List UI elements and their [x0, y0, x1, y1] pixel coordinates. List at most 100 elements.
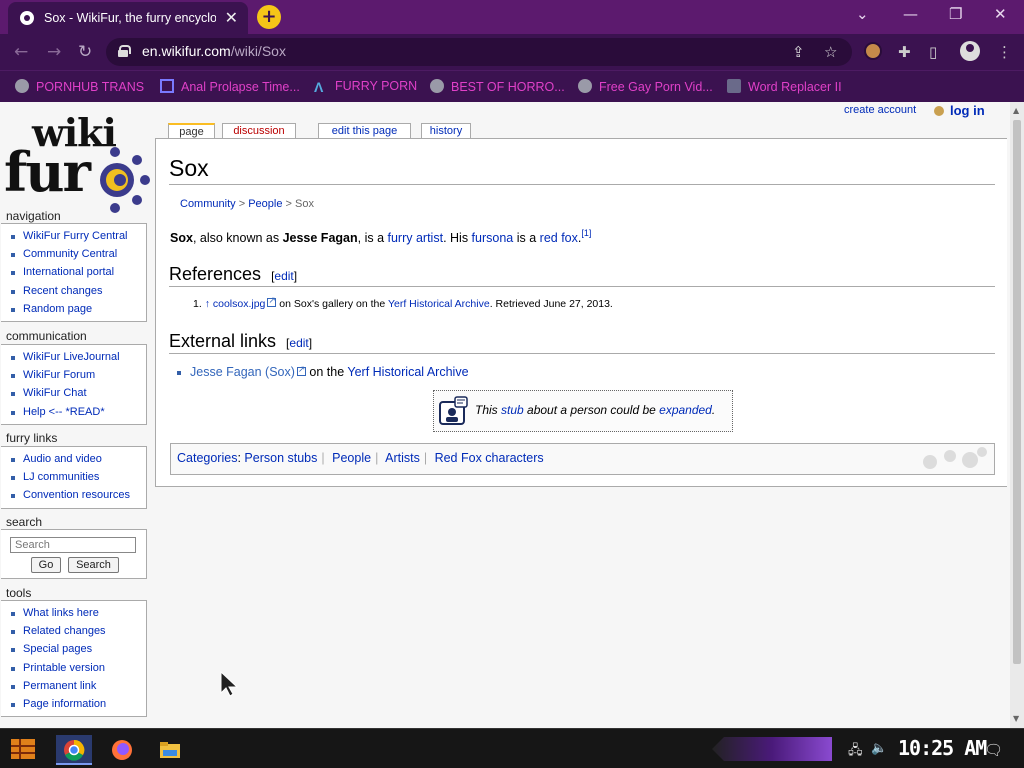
paw-icon: [100, 147, 150, 213]
reload-icon[interactable]: ↻: [78, 42, 92, 62]
sidebar-item-audio-video[interactable]: Audio and video: [11, 450, 146, 468]
sidebar-item-random-page[interactable]: Random page: [11, 300, 146, 318]
sidebar-item-recent-changes[interactable]: Recent changes: [11, 282, 146, 300]
sidebar-item-related-changes[interactable]: Related changes: [11, 622, 146, 640]
bookmarks-bar: PORNHUB TRANS Anal Prolapse Time... Λ FUR…: [0, 70, 1024, 102]
jesse-fagan-link[interactable]: Jesse Fagan (Sox): [190, 365, 295, 379]
scrollbar-thumb[interactable]: [1013, 120, 1021, 664]
close-tab-icon[interactable]: ✕: [225, 8, 238, 27]
sidebar-item-livejournal[interactable]: WikiFur LiveJournal: [11, 348, 146, 366]
personal-tools: create account: [844, 104, 916, 116]
skull-icon: [578, 79, 592, 93]
logo-text-bottom: fur: [4, 140, 91, 204]
folder-icon: [160, 742, 180, 758]
taskbar-file-explorer[interactable]: [152, 735, 188, 765]
sidebar-item-international-portal[interactable]: International portal: [11, 263, 146, 281]
sidebar-item-help[interactable]: Help <-- *READ*: [11, 403, 146, 421]
wiki-page: create account log in wiki fur navigatio…: [0, 102, 1010, 728]
menu-kebab-icon[interactable]: ⋮: [997, 43, 1012, 61]
share-icon[interactable]: ⇪: [792, 43, 805, 61]
furry-artist-link[interactable]: furry artist: [388, 231, 444, 245]
forward-icon[interactable]: →: [47, 42, 61, 62]
breadcrumb-community[interactable]: Community: [180, 198, 236, 210]
lock-icon[interactable]: [118, 45, 131, 57]
taskbar-decoration: [712, 737, 832, 761]
sidebar-item-page-information[interactable]: Page information: [11, 695, 146, 713]
side-panel-icon[interactable]: ▯: [929, 43, 937, 61]
breadcrumb: Community > People > Sox: [180, 198, 314, 210]
external-link-item: Jesse Fagan (Sox) on the Yerf Historical…: [177, 364, 469, 379]
address-bar[interactable]: en.wikifur.com/wiki/Sox ⇪ ☆: [106, 38, 852, 66]
category-links: Categories: Person stubs | People | Artist…: [170, 443, 995, 475]
wikifur-logo[interactable]: wiki fur: [2, 108, 157, 218]
bookmark-item[interactable]: PORNHUB TRANS: [15, 79, 144, 94]
sidebar-item-printable-version[interactable]: Printable version: [11, 659, 146, 677]
search-button[interactable]: Search: [68, 557, 119, 573]
sidebar-item-convention-resources[interactable]: Convention resources: [11, 486, 146, 504]
bookmark-item[interactable]: BEST OF HORRO...: [430, 79, 565, 94]
bookmark-item[interactable]: Λ FURRY PORN: [314, 79, 417, 94]
red-fox-link[interactable]: red fox: [540, 231, 578, 245]
sidebar-item-lj-communities[interactable]: LJ communities: [11, 468, 146, 486]
url-text[interactable]: en.wikifur.com/wiki/Sox: [142, 43, 286, 59]
scroll-down-icon[interactable]: ▼: [1013, 714, 1019, 723]
expanded-link[interactable]: expanded: [659, 403, 712, 417]
breadcrumb-current: Sox: [295, 198, 314, 210]
ref-backlink[interactable]: ↑: [205, 298, 210, 310]
reference-link[interactable]: [1]: [581, 228, 591, 238]
sidebar-item-special-pages[interactable]: Special pages: [11, 640, 146, 658]
yerf-archive-link[interactable]: Yerf Historical Archive: [388, 298, 490, 310]
network-icon[interactable]: 🖧: [848, 741, 863, 763]
category-red-fox-characters[interactable]: Red Fox characters: [435, 451, 544, 465]
sidebar-item-community-central[interactable]: Community Central: [11, 245, 146, 263]
bookmark-item[interactable]: Anal Prolapse Time...: [160, 79, 300, 94]
edit-references-link[interactable]: edit: [274, 269, 293, 283]
coolsox-link[interactable]: coolsox.jpg: [213, 298, 266, 310]
bookmark-item[interactable]: Word Replacer II: [727, 79, 842, 94]
minimize-icon[interactable]: —: [903, 5, 918, 23]
profile-icon[interactable]: [960, 41, 980, 61]
search-input[interactable]: [10, 537, 136, 553]
close-window-icon[interactable]: ✕: [994, 5, 1007, 23]
notifications-icon[interactable]: 🗨: [984, 741, 1003, 759]
extension-avatar-icon[interactable]: [864, 42, 882, 60]
browser-tab[interactable]: Sox - WikiFur, the furry encyclopedia ✕: [8, 2, 248, 34]
scroll-up-icon[interactable]: ▲: [1013, 106, 1019, 115]
edit-external-links-link[interactable]: edit: [289, 336, 308, 350]
category-artists[interactable]: Artists: [385, 451, 420, 465]
person-stub-icon: [439, 396, 468, 425]
go-button[interactable]: Go: [31, 557, 61, 573]
category-people[interactable]: People: [332, 451, 371, 465]
bookmark-star-icon[interactable]: ☆: [824, 43, 837, 61]
sidebar-item-chat[interactable]: WikiFur Chat: [11, 384, 146, 402]
sidebar-item-what-links-here[interactable]: What links here: [11, 604, 146, 622]
system-clock[interactable]: 10:25 AM: [898, 736, 987, 760]
taskbar-chrome[interactable]: [56, 735, 92, 765]
categories-label-link[interactable]: Categories: [177, 451, 237, 465]
create-account-link[interactable]: create account: [844, 104, 916, 116]
sidebar-item-forum[interactable]: WikiFur Forum: [11, 366, 146, 384]
volume-muted-icon[interactable]: 🔈: [871, 741, 887, 756]
page-scrollbar[interactable]: ▲ ▼: [1010, 102, 1024, 728]
yerf-archive-link-2[interactable]: Yerf Historical Archive: [347, 365, 468, 379]
breadcrumb-people[interactable]: People: [248, 198, 282, 210]
back-icon[interactable]: ←: [14, 42, 28, 62]
sidebar-item-permanent-link[interactable]: Permanent link: [11, 677, 146, 695]
category-person-stubs[interactable]: Person stubs: [244, 451, 317, 465]
start-button-icon[interactable]: [8, 734, 38, 764]
fursona-link[interactable]: fursona: [472, 231, 514, 245]
bookmark-item[interactable]: Free Gay Porn Vid...: [578, 79, 713, 94]
restore-icon[interactable]: ❐: [949, 5, 962, 23]
intro-paragraph: Sox, also known as Jesse Fagan, is a fur…: [170, 228, 592, 245]
extensions-puzzle-icon[interactable]: ✚: [898, 43, 911, 61]
content-area: Sox Community > People > Sox Sox, also k…: [155, 138, 1007, 487]
stub-link[interactable]: stub: [501, 403, 524, 417]
sidebar-item-furry-central[interactable]: WikiFur Furry Central: [11, 227, 146, 245]
external-links-heading: External links [edit]: [169, 331, 995, 354]
page-title: Sox: [169, 155, 995, 185]
new-tab-button[interactable]: +: [257, 5, 281, 29]
log-in-link[interactable]: log in: [950, 103, 985, 118]
tab-search-icon[interactable]: ⌄: [856, 5, 869, 23]
taskbar-firefox[interactable]: [104, 735, 140, 765]
taskbar: 🖧 🔈 10:25 AM 🗨: [0, 728, 1024, 768]
